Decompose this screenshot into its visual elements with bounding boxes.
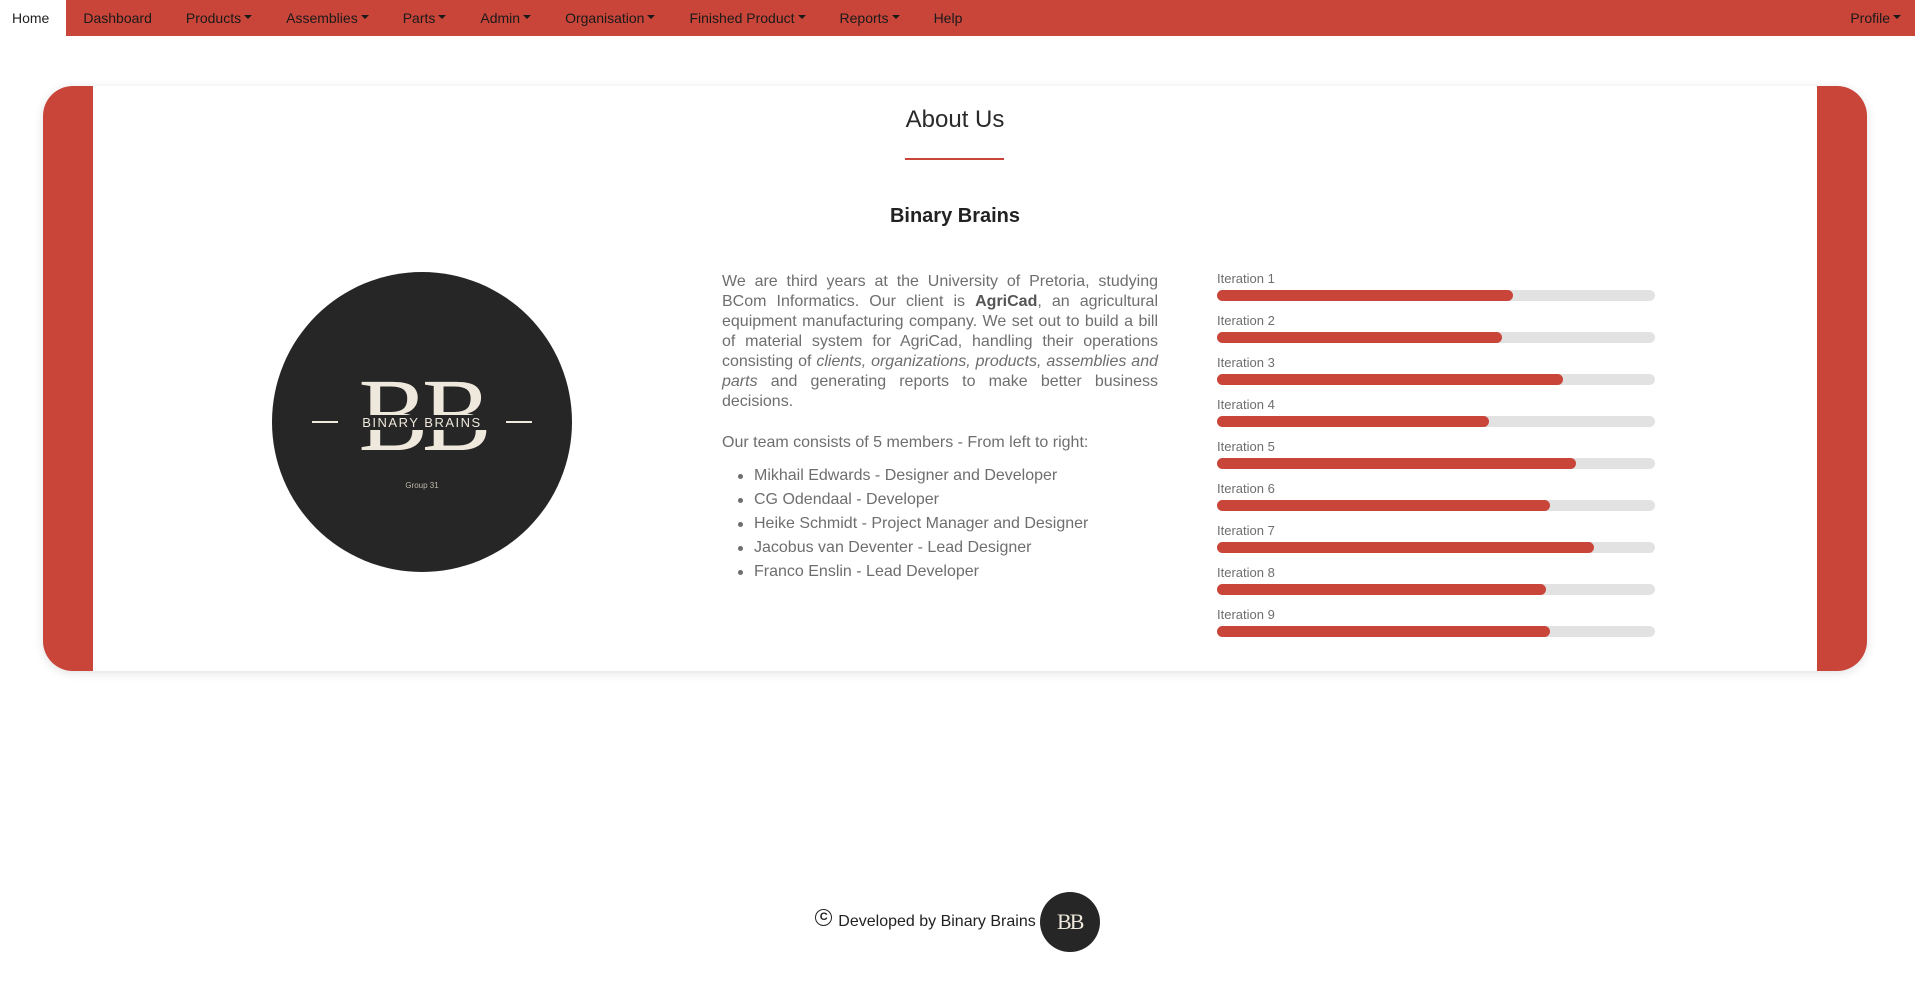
copyright-icon: C (815, 908, 833, 926)
iteration-item: Iteration 2 (1217, 314, 1655, 356)
iteration-item: Iteration 8 (1217, 566, 1655, 608)
nav-item-label: Help (933, 10, 963, 26)
client-name: AgriCad (975, 293, 1038, 310)
iteration-progress: Iteration 1 Iteration 2 Iteration 3 Iterati… (1217, 272, 1655, 650)
nav-item-label: Dashboard (83, 10, 152, 26)
progress-fill (1217, 416, 1489, 427)
logo-name: BINARY BRAINS (352, 414, 492, 430)
progress-track (1217, 626, 1655, 637)
chevron-down-icon (523, 15, 532, 19)
team-intro: Our team consists of 5 members - From le… (722, 434, 1089, 451)
team-description: We are third years at the University of … (722, 272, 1158, 412)
nav-item-label: Assemblies (286, 10, 358, 26)
nav-item-label: Reports (839, 10, 889, 26)
iteration-label: Iteration 2 (1217, 313, 1275, 328)
chevron-down-icon (438, 15, 447, 19)
nav-item-label: Finished Product (689, 10, 795, 26)
nav-item-admin[interactable]: Admin (463, 0, 548, 36)
progress-fill (1217, 542, 1594, 553)
progress-track (1217, 584, 1655, 595)
team-logo: BB BINARY BRAINS Group 31 (272, 272, 572, 572)
iteration-label: Iteration 8 (1217, 565, 1275, 580)
chevron-down-icon (647, 15, 656, 19)
footer: C Developed by Binary Brains BB (0, 891, 1915, 953)
footer-text: Developed by Binary Brains (838, 913, 1036, 930)
nav-items: Home Dashboard Products Assemblies Parts Admi… (0, 0, 979, 36)
progress-track (1217, 500, 1655, 511)
iteration-item: Iteration 7 (1217, 524, 1655, 566)
logo-line-left (312, 421, 339, 423)
nav-item-label: Products (185, 10, 242, 26)
nav-item-profile[interactable]: Profile (1833, 0, 1915, 36)
iteration-label: Iteration 1 (1217, 271, 1275, 286)
chevron-down-icon (797, 15, 806, 19)
nav-item-parts[interactable]: Parts (386, 0, 464, 36)
progress-track (1217, 332, 1655, 343)
progress-fill (1217, 500, 1550, 511)
team-member: Heike Schmidt - Project Manager and Desi… (722, 512, 1162, 536)
chevron-down-icon (244, 15, 253, 19)
nav-item-reports[interactable]: Reports (823, 0, 917, 36)
nav-item-label: Admin (480, 10, 521, 26)
iteration-label: Iteration 9 (1217, 607, 1275, 622)
chevron-down-icon (891, 15, 900, 19)
nav-item-dashboard[interactable]: Dashboard (66, 0, 169, 36)
progress-fill (1217, 332, 1502, 343)
iteration-item: Iteration 5 (1217, 440, 1655, 482)
progress-track (1217, 542, 1655, 553)
progress-fill (1217, 458, 1577, 469)
team-member: Mikhail Edwards - Designer and Developer (722, 464, 1162, 488)
team-name: Binary Brains (889, 205, 1021, 227)
footer-logo: BB (1039, 892, 1100, 952)
nav-item-label: Home (12, 10, 50, 26)
nav-item-products[interactable]: Products (169, 0, 269, 36)
description-text: and generating reports to make better bu… (722, 373, 1158, 410)
nav-item-finished-product[interactable]: Finished Product (672, 0, 822, 36)
team-member: CG Odendaal - Developer (722, 488, 1162, 512)
progress-track (1217, 458, 1655, 469)
iteration-item: Iteration 6 (1217, 482, 1655, 524)
logo-group-label: Group 31 (405, 481, 439, 490)
team-member: Jacobus van Deventer - Lead Designer (722, 536, 1162, 560)
team-member: Franco Enslin - Lead Developer (722, 560, 1162, 584)
nav-item-assemblies[interactable]: Assemblies (269, 0, 386, 36)
chevron-down-icon (360, 15, 369, 19)
iteration-label: Iteration 3 (1217, 355, 1275, 370)
logo-band: BINARY BRAINS (272, 412, 572, 432)
nav-item-organisation[interactable]: Organisation (548, 0, 672, 36)
iteration-label: Iteration 5 (1217, 439, 1275, 454)
page-title: About Us (905, 106, 1005, 133)
team-list: Mikhail Edwards - Designer and Developer… (722, 464, 1162, 584)
progress-fill (1217, 584, 1546, 595)
progress-fill (1217, 290, 1513, 301)
iteration-item: Iteration 4 (1217, 398, 1655, 440)
iteration-item: Iteration 3 (1217, 356, 1655, 398)
nav-item-label: Organisation (565, 10, 645, 26)
iteration-label: Iteration 4 (1217, 397, 1275, 412)
title-underline (905, 158, 1004, 160)
iteration-item: Iteration 9 (1217, 608, 1655, 650)
iteration-label: Iteration 6 (1217, 481, 1275, 496)
top-navbar: Home Dashboard Products Assemblies Parts Admi… (0, 0, 1915, 36)
progress-fill (1217, 374, 1564, 385)
nav-item-label: Profile (1850, 10, 1890, 26)
nav-item-help[interactable]: Help (917, 0, 980, 36)
progress-fill (1217, 626, 1550, 637)
logo-line-right (505, 421, 532, 423)
nav-item-home[interactable]: Home (0, 0, 67, 36)
about-card: About Us Binary Brains BB BINARY BRAINS … (43, 86, 1867, 671)
progress-track (1217, 374, 1655, 385)
nav-item-label: Parts (402, 10, 436, 26)
progress-track (1217, 416, 1655, 427)
iteration-label: Iteration 7 (1217, 523, 1275, 538)
chevron-down-icon (1893, 15, 1901, 19)
iteration-item: Iteration 1 (1217, 272, 1655, 314)
about-card-content: About Us Binary Brains BB BINARY BRAINS … (93, 86, 1817, 671)
progress-track (1217, 290, 1655, 301)
